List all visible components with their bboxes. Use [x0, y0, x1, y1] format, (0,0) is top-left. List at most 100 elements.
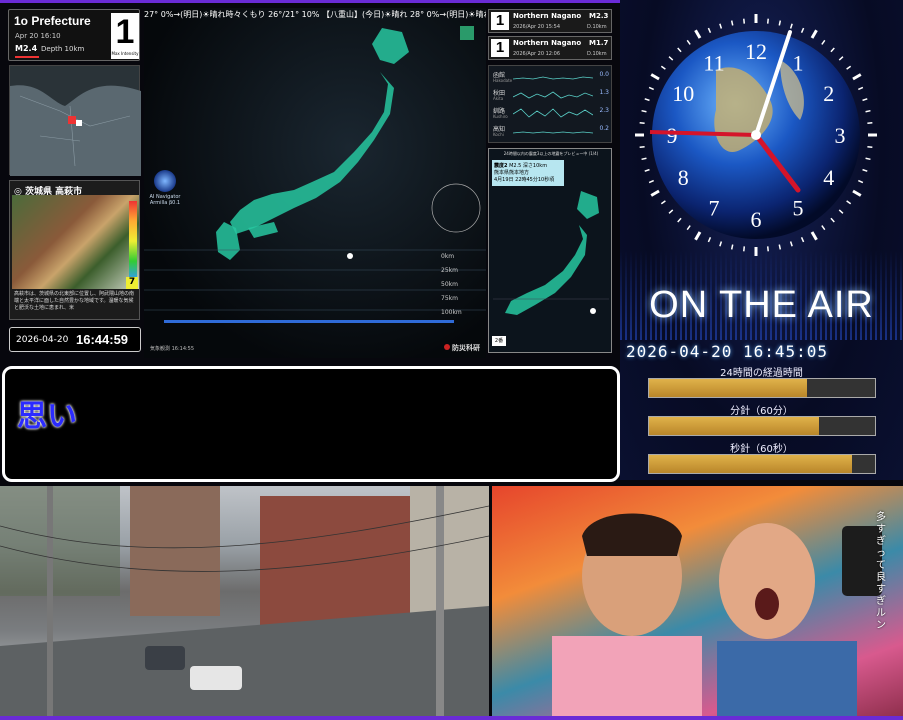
clock-tick: [789, 23, 793, 29]
clock-tick: [641, 109, 647, 113]
clock-tick: [730, 20, 734, 26]
waveform-line: [513, 91, 593, 99]
second-progress-bar: [648, 454, 876, 474]
wet-road: [0, 606, 489, 720]
day-progress-bar: [648, 378, 876, 398]
epicenter-marker: [68, 116, 76, 124]
building-left: [130, 486, 220, 616]
preview-badge: 2番: [492, 336, 506, 346]
clock-tick: [694, 231, 702, 241]
clock-numeral: 8: [678, 165, 689, 190]
quake-intensity: 1: [491, 12, 509, 30]
quake-magnitude: M2.3: [589, 12, 609, 20]
clock-tick: [810, 231, 818, 241]
clock-tick: [846, 200, 852, 205]
clock-numeral: 1: [793, 50, 804, 75]
map-timestamp: 気象観測 16:14:55: [150, 346, 195, 352]
wave-row: 秋田 Akita 1.3: [493, 87, 609, 103]
clock-numeral: 11: [703, 50, 724, 75]
clock-tick: [865, 157, 871, 161]
clock-tick: [707, 237, 712, 243]
hokkaido-shape: [372, 28, 409, 64]
preview-header: 24時間以内の震度3以上の地震をプレビュー中 (1/4): [503, 151, 599, 156]
clock-numeral: 10: [672, 81, 694, 106]
clock-tick: [778, 244, 782, 250]
tv-broadcast-feed: [492, 486, 903, 720]
provider-logo-icon: [444, 344, 450, 350]
ai-navigator: AI Navigator Armilla β0.1: [145, 170, 185, 206]
depth-scale: 0km 25km 50km 75km 100km: [441, 250, 462, 320]
waveform-line: [513, 108, 593, 118]
wave-value: 1.3: [599, 89, 609, 96]
quake-magnitude: M2.4: [15, 44, 38, 53]
clock-tick: [668, 209, 674, 214]
on-air-title: ON THE AIR: [649, 284, 874, 326]
clock-numeral: 4: [823, 165, 834, 190]
clock-tick: [852, 189, 862, 197]
clock-tick: [668, 56, 674, 61]
clock-numeral: 7: [709, 196, 720, 221]
prefecture-count: 1o Prefecture: [14, 14, 91, 28]
quake-preview-panel: 24時間以内の震度3以上の地震をプレビュー中 (1/4) 震度2 M2.5 深さ…: [488, 148, 612, 353]
recent-quake-item: 1 Northern Nagano Prefecture M2.3 2026/A…: [488, 9, 612, 33]
depth-bar-strip: [164, 320, 454, 323]
max-intensity-label: Max Intensity: [111, 51, 139, 56]
clock-numeral: 5: [793, 196, 804, 221]
quake-date: Apr 20 16:10: [15, 32, 61, 40]
clock-tick: [639, 145, 645, 148]
clock-tick: [838, 209, 844, 214]
quake-depth: D.10km: [587, 24, 607, 30]
waveform-line: [513, 76, 593, 80]
tv-caption: 多すぎって良すぎルン: [876, 512, 886, 631]
street-live-camera: [0, 486, 490, 720]
map-legend-icon: [460, 26, 474, 40]
car-dark: [145, 646, 185, 670]
clock-tick: [660, 65, 666, 70]
waveform-line: [513, 131, 593, 134]
compass-ring: [431, 183, 481, 233]
location-photo: 7: [12, 195, 139, 289]
station-marker: [76, 120, 82, 126]
wave-value: 2.3: [599, 107, 609, 114]
minimap-land: [10, 85, 141, 176]
max-intensity-value: 1: [115, 13, 135, 51]
ai-navigator-icon: [154, 170, 176, 192]
depth-scale-50: 50km: [441, 281, 458, 288]
clock-tick: [648, 86, 654, 91]
street-camera-scene: [0, 486, 490, 720]
progress-label: 24時間の経過時間: [720, 368, 803, 379]
quake-intensity: 1: [491, 39, 509, 57]
clock-tick: [639, 122, 645, 125]
recent-quake-item: 1 Northern Nagano Prefecture M1.7 2026/A…: [488, 36, 612, 60]
intensity-scale-bar: [129, 201, 137, 281]
quake-datetime: 2026/Apr 20 12:06: [513, 51, 561, 57]
analog-clock-svg: 12 1234567891011: [635, 14, 877, 256]
clock-tick: [730, 244, 734, 250]
minute-progress-bar: [648, 416, 876, 436]
person-right-mouth: [755, 588, 779, 620]
clock-tick: [846, 65, 852, 70]
quake-datetime: 2026/Apr 20 15:54: [513, 24, 561, 30]
data-provider: 防災科研: [444, 343, 480, 353]
bottom-frame-border: [0, 716, 903, 720]
epicenter-minimap: [9, 65, 141, 176]
second-progress-fill: [649, 455, 853, 473]
person-left-hair: [582, 513, 682, 556]
minimap-svg: [10, 85, 141, 176]
day-progress-fill: [649, 379, 808, 397]
clock-tick: [677, 47, 682, 53]
wave-station-romaji: Kushiro: [493, 114, 508, 119]
clock-tick: [830, 47, 835, 53]
subtitle-box: 思い: [2, 366, 620, 482]
clock-tick: [800, 237, 805, 243]
preview-info-box: 震度2 M2.5 深さ10km 熊本県熊本地方 4月19日 22時45分10秒頃: [492, 160, 564, 186]
epicenter-dot: [347, 253, 353, 259]
clock-tick: [686, 225, 691, 231]
horizon-grid: [144, 249, 486, 311]
clock-numeral: 12: [745, 39, 767, 64]
depth-scale-100: 100km: [441, 309, 462, 316]
clock-tick: [641, 157, 647, 161]
clock-tick: [644, 98, 650, 102]
tide-waveform-panel: 函館 Hakodate 0.0 秋田 Akita 1.3 釧路 Kushiro …: [488, 65, 612, 143]
clock-numeral: 3: [835, 123, 846, 148]
